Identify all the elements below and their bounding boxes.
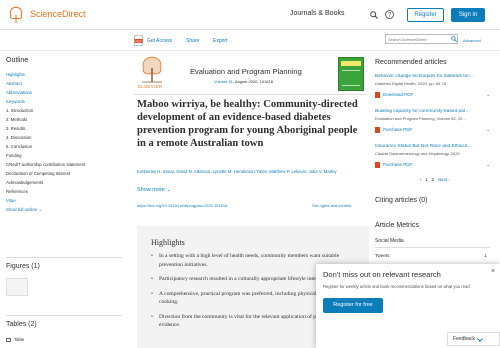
recommended-pager: ‹ 1 2 Next › bbox=[420, 177, 450, 182]
recommended-article-pdf-button[interactable]: Download PDF ⌄ bbox=[375, 92, 490, 98]
recommended-article-source: Evaluation and Program Planning, Volume … bbox=[375, 116, 467, 121]
search-submit-icon[interactable] bbox=[451, 36, 457, 42]
recommended-article-pdf-button[interactable]: Purchase PDF ⌄ bbox=[375, 127, 490, 133]
show-full-outline-link[interactable]: Show full outline ⌄ bbox=[6, 207, 122, 213]
pdf-icon bbox=[375, 92, 380, 98]
recommended-article-source: Clinical Gastroenterology and Hepatology… bbox=[375, 151, 460, 156]
journal-title[interactable]: Evaluation and Program Planning bbox=[190, 67, 302, 76]
outline-item[interactable]: Acknowledgements bbox=[6, 178, 122, 187]
outline-title: Outline bbox=[6, 57, 29, 64]
pager-next-button[interactable]: Next › bbox=[438, 177, 450, 182]
article-metrics-title[interactable]: Article Metrics bbox=[375, 222, 419, 229]
outline-item[interactable]: 2. Methods bbox=[6, 115, 122, 124]
recommended-articles-title[interactable]: Recommended articles bbox=[375, 59, 447, 66]
table-icon bbox=[6, 337, 11, 342]
feedback-button[interactable]: Feedback bbox=[447, 332, 500, 346]
outline-divider bbox=[6, 257, 122, 258]
top-bar: ScienceDirect Journals & Books ? Registe… bbox=[0, 0, 500, 30]
journal-header: ELSEVIER Evaluation and Program Planning… bbox=[134, 51, 366, 95]
show-more-button[interactable]: Show more ⌄ bbox=[137, 187, 171, 193]
export-button[interactable]: Export bbox=[213, 38, 227, 44]
outline-item[interactable]: Abbreviations bbox=[6, 88, 122, 97]
outline-panel: Outline Highlights Abstract Abbreviations K… bbox=[6, 57, 122, 213]
elsevier-tree-logo-icon[interactable] bbox=[6, 5, 26, 24]
outline-item[interactable]: References bbox=[6, 187, 122, 196]
journals-books-link[interactable]: Journals & Books bbox=[290, 10, 344, 17]
feedback-arrow-icon bbox=[477, 335, 483, 342]
article-title: Maboo wirriya, be healthy: Community-dir… bbox=[137, 99, 358, 149]
recommended-article-title[interactable]: Behavior change techniques for diabetes … bbox=[375, 74, 490, 79]
author-list[interactable]: Kimberley H. Seear, David N. Atkinson, L… bbox=[137, 168, 369, 176]
register-button[interactable]: Register bbox=[407, 8, 444, 22]
outline-list: Highlights Abstract Abbreviations Keywords 1… bbox=[6, 70, 122, 205]
pager-page-1[interactable]: 1 bbox=[425, 177, 428, 182]
article-toolbar: PDF Get Access Share Export Advanced bbox=[0, 31, 500, 51]
tweets-count: 1 bbox=[484, 253, 487, 258]
banner-text: Register for weekly article and book rec… bbox=[323, 284, 470, 289]
help-icon[interactable]: ? bbox=[385, 10, 394, 19]
outline-item[interactable]: 5. Conclusion bbox=[6, 142, 122, 151]
outline-item[interactable]: Highlights bbox=[6, 70, 122, 79]
outline-item[interactable]: Funding bbox=[6, 151, 122, 160]
citing-articles-title[interactable]: Citing articles (0) bbox=[375, 197, 428, 204]
pager-prev-icon[interactable]: ‹ bbox=[420, 177, 422, 182]
volume-link[interactable]: Volume 81 bbox=[214, 79, 233, 84]
doi-link[interactable]: https://doi.org/10.1016/j.evalprogplan.2… bbox=[137, 203, 227, 208]
outline-item[interactable]: 4. Discussion bbox=[6, 133, 122, 142]
sign-in-button[interactable]: Sign in bbox=[451, 8, 485, 22]
recommended-article: Insurance Status But Not Race and Ethnic… bbox=[375, 144, 490, 179]
recommended-article: Building capacity for community-based pa… bbox=[375, 109, 490, 144]
outline-item[interactable]: Declaration of Competing Interest bbox=[6, 169, 122, 178]
tweets-label: Tweets: bbox=[375, 253, 391, 258]
figures-title: Figures (1) bbox=[6, 263, 40, 270]
close-icon[interactable]: × bbox=[491, 268, 495, 275]
rights-link[interactable]: Get rights and content bbox=[312, 203, 351, 208]
pdf-icon bbox=[375, 127, 380, 133]
get-access-button[interactable]: Get Access bbox=[147, 38, 172, 44]
search-sciencedirect-input[interactable] bbox=[385, 34, 458, 44]
banner-title: Don't miss out on relevant research bbox=[323, 270, 441, 279]
recommended-article-title[interactable]: Insurance Status But Not Race and Ethnic… bbox=[375, 144, 490, 149]
pdf-icon[interactable]: PDF bbox=[134, 35, 143, 46]
journal-cover-image[interactable] bbox=[338, 57, 364, 91]
outline-item[interactable]: Abstract bbox=[6, 79, 122, 88]
social-media-label: Social Media bbox=[375, 238, 404, 244]
brand-name[interactable]: ScienceDirect bbox=[30, 9, 86, 19]
recommended-articles-list: Behavior change techniques for diabetes … bbox=[375, 74, 490, 179]
table-link[interactable]: Table bbox=[6, 337, 24, 342]
highlights-title: Highlights bbox=[151, 238, 185, 247]
recommended-article-title[interactable]: Building capacity for community-based pa… bbox=[375, 109, 490, 114]
advanced-search-link[interactable]: Advanced bbox=[463, 38, 481, 43]
share-button[interactable]: Share bbox=[186, 38, 199, 44]
publisher-name: ELSEVIER bbox=[138, 84, 163, 89]
svg-text:PDF: PDF bbox=[136, 39, 142, 43]
figures-divider bbox=[6, 315, 122, 316]
recommended-article-source: Diabetes Digital Health, 2020, pp. 65-75 bbox=[375, 81, 446, 86]
outline-item[interactable]: Vitae bbox=[6, 196, 122, 205]
pager-page-2[interactable]: 2 bbox=[432, 177, 435, 182]
pdf-icon bbox=[375, 162, 380, 168]
tables-title: Tables (2) bbox=[6, 321, 37, 328]
outline-item[interactable]: CRediT authorship contribution statement bbox=[6, 160, 122, 169]
outline-item[interactable]: Keywords bbox=[6, 97, 122, 106]
journal-volume: Volume 81, August 2020, 101818 bbox=[214, 79, 273, 84]
recommended-article: Behavior change techniques for diabetes … bbox=[375, 74, 490, 109]
outline-item[interactable]: 3. Results bbox=[6, 124, 122, 133]
metrics-divider bbox=[375, 247, 490, 248]
recommended-article-pdf-button[interactable]: Purchase PDF ⌄ bbox=[375, 162, 490, 168]
elsevier-logo-icon[interactable] bbox=[138, 54, 166, 84]
outline-item[interactable]: 1. Introduction bbox=[6, 106, 122, 115]
register-for-free-button[interactable]: Register for free bbox=[323, 298, 383, 313]
search-icon[interactable] bbox=[370, 11, 378, 19]
figure-thumbnail[interactable] bbox=[6, 278, 28, 296]
